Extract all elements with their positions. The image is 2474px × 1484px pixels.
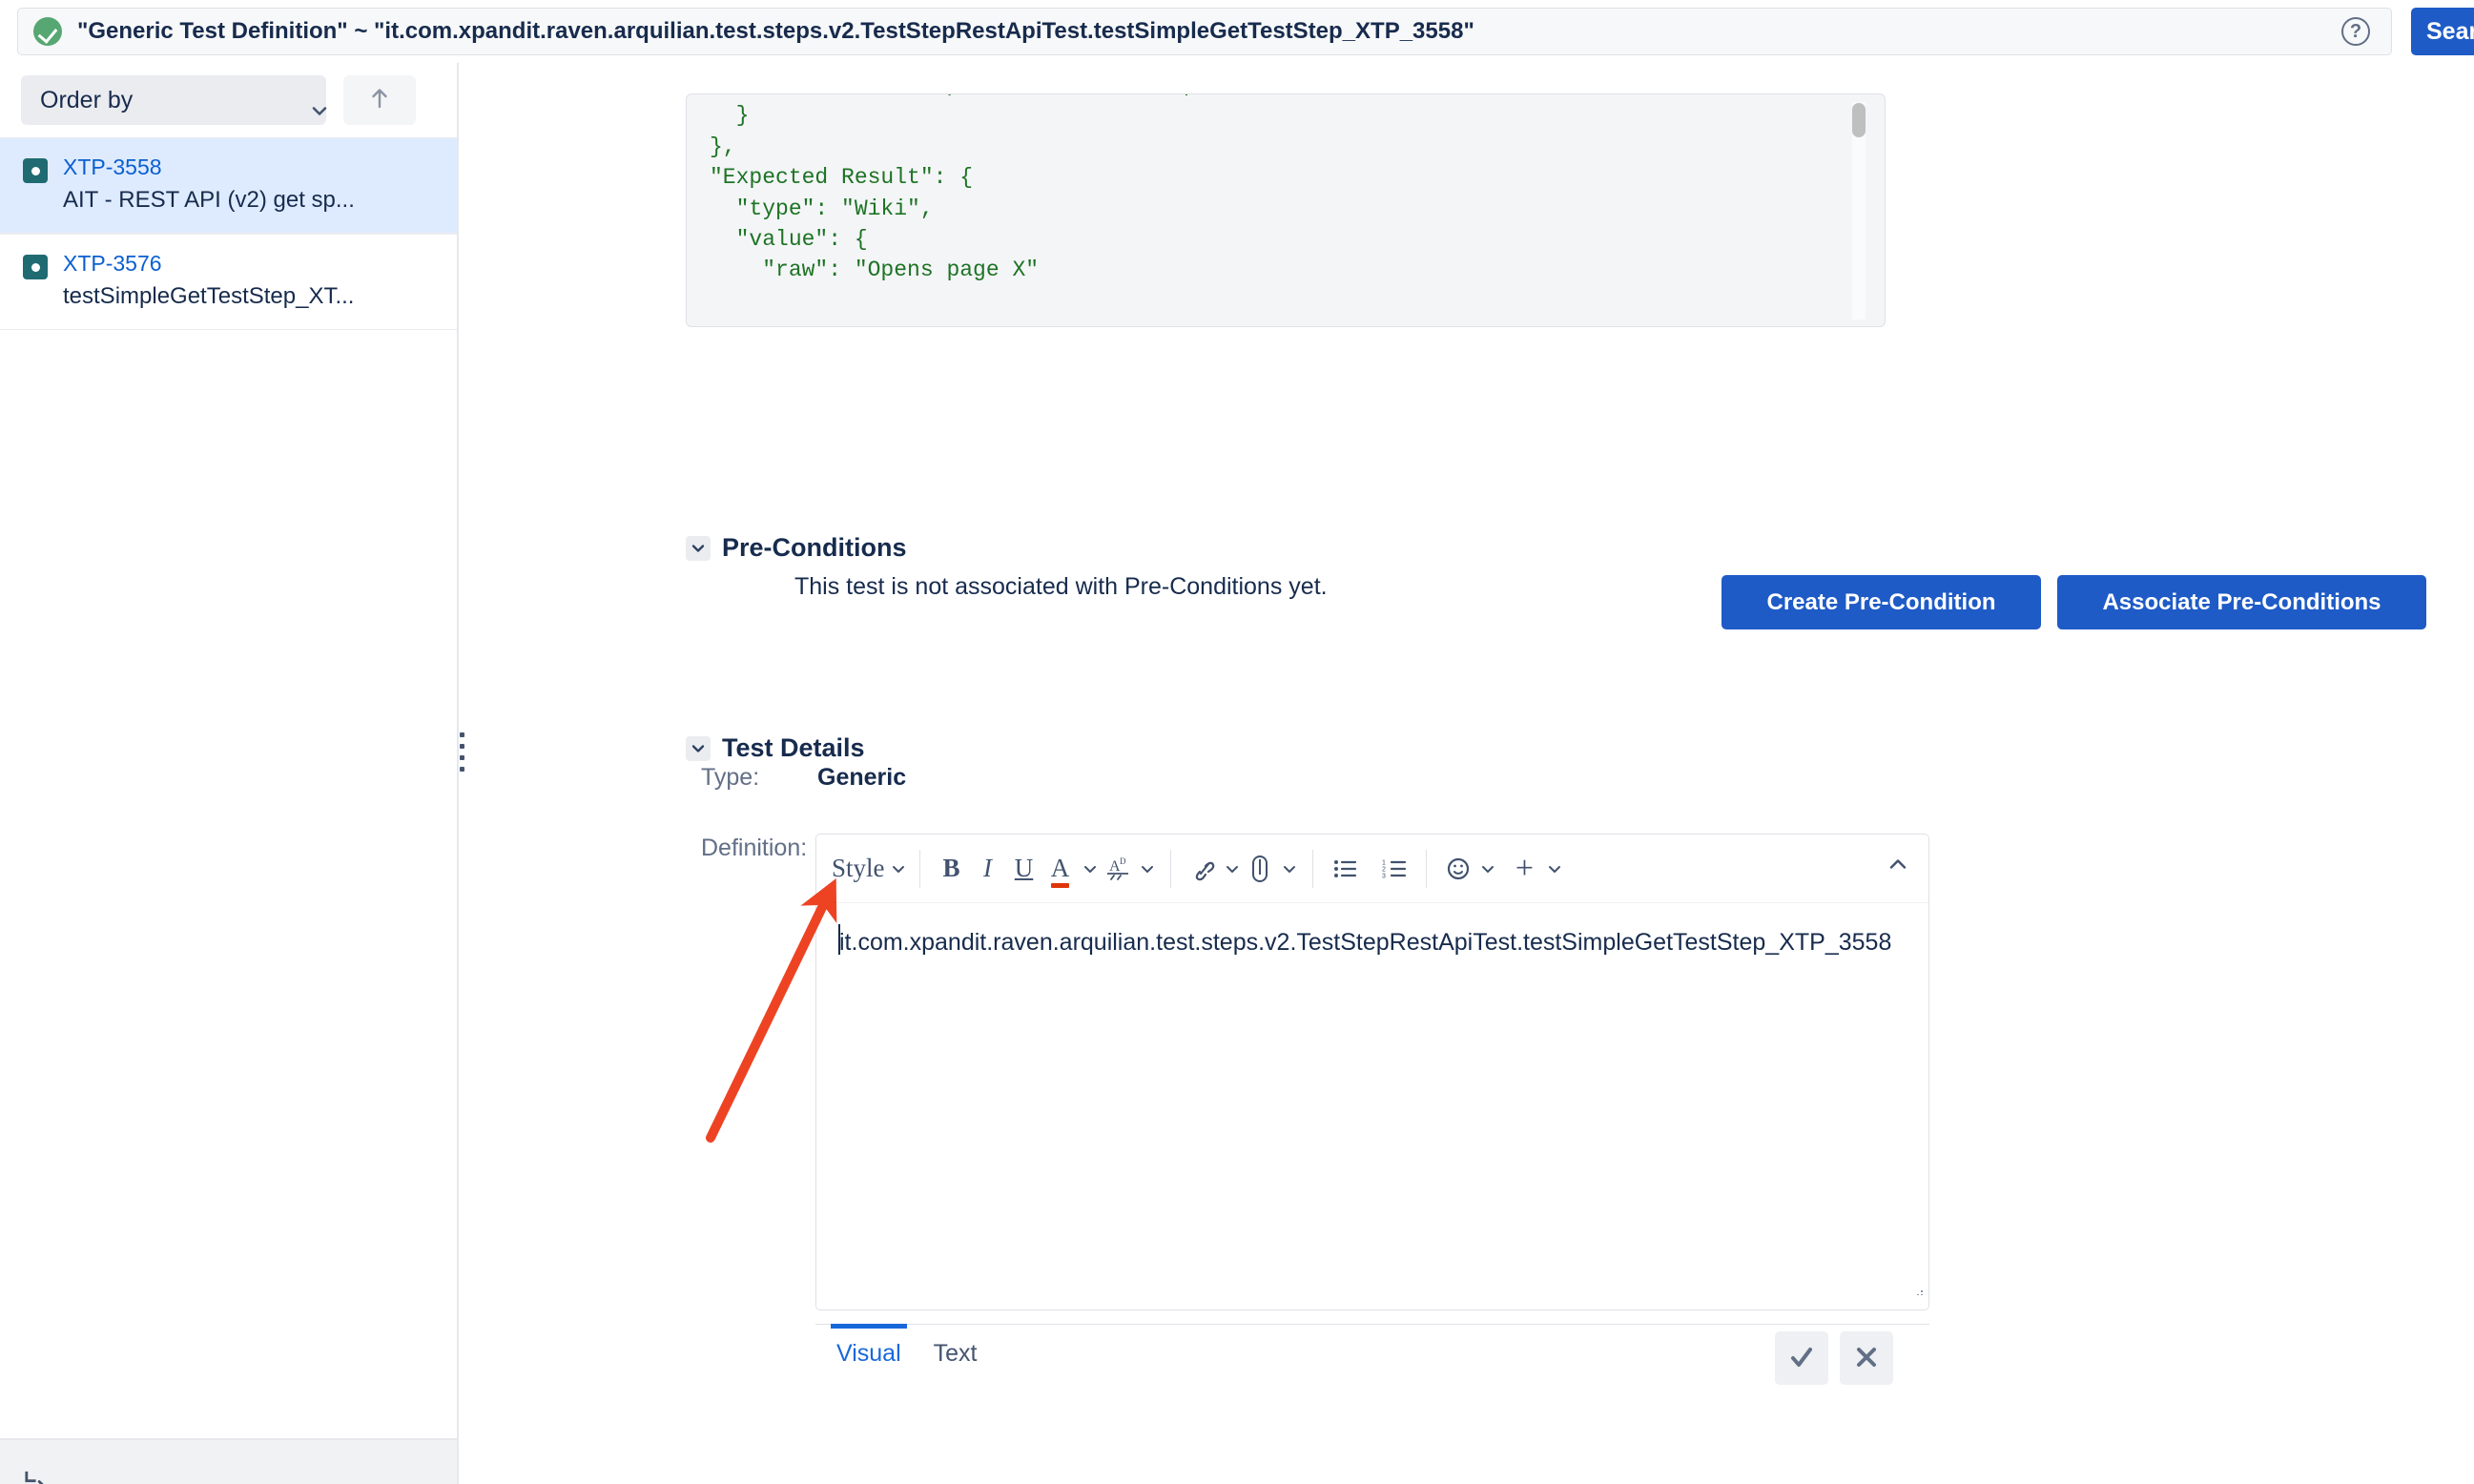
text-color-button[interactable]: A (1042, 848, 1079, 890)
list-item[interactable]: XTP-3576 testSimpleGetTestStep_XT... (0, 234, 457, 330)
associate-pre-conditions-button[interactable]: Associate Pre-Conditions (2057, 575, 2426, 629)
attachment-button[interactable] (1242, 848, 1278, 890)
link-caret[interactable] (1223, 848, 1242, 890)
editor-mode-tabs: Visual Text (815, 1324, 1929, 1383)
text-highlight-button[interactable]: A D (1100, 848, 1136, 890)
text-color-caret[interactable] (1081, 848, 1100, 890)
issue-list-sidebar: Order by XTP-3558 AIT - REST API (v2) ge… (0, 63, 459, 1484)
json-code-block: "rendered": "<p>Click button X</p>" } },… (686, 93, 1886, 327)
order-by-label: Order by (40, 86, 134, 113)
create-pre-condition-button[interactable]: Create Pre-Condition (1721, 575, 2041, 629)
chevron-down-icon (891, 854, 906, 883)
test-issue-type-icon (23, 255, 48, 279)
order-by-dropdown[interactable]: Order by (21, 75, 327, 125)
issue-summary: testSimpleGetTestStep_XT... (63, 283, 355, 309)
sidebar-toolbar: Order by (0, 63, 457, 137)
issue-detail-panel: "rendered": "<p>Click button X</p>" } },… (472, 63, 2474, 1484)
checkmark-icon (1787, 1343, 1816, 1374)
style-label: Style (832, 854, 885, 882)
type-value: Generic (817, 764, 907, 791)
help-circle-icon[interactable]: ? (2341, 17, 2370, 46)
insert-more-button[interactable]: + (1507, 848, 1543, 890)
issue-key-link[interactable]: XTP-3576 (63, 251, 354, 277)
definition-label: Definition: (701, 835, 808, 861)
link-button[interactable] (1185, 848, 1221, 890)
bold-button[interactable]: B (934, 848, 970, 890)
attachment-caret[interactable] (1280, 848, 1299, 890)
arrow-up-icon (368, 86, 391, 115)
section-header-pre-conditions: Pre-Conditions (686, 533, 907, 563)
emoji-button[interactable] (1440, 848, 1476, 890)
panel-splitter[interactable] (459, 63, 472, 1484)
success-check-icon (33, 17, 62, 46)
tab-text[interactable]: Text (934, 1325, 978, 1368)
svg-text:D: D (1120, 856, 1126, 866)
section-header-test-details: Test Details (686, 733, 865, 763)
pre-conditions-empty-message: This test is not associated with Pre-Con… (794, 573, 1328, 600)
test-issue-type-icon (23, 158, 48, 183)
collapse-panel-icon[interactable] (21, 1465, 50, 1484)
vertical-drag-handle-icon[interactable] (460, 732, 464, 772)
cancel-definition-button[interactable] (1840, 1331, 1893, 1385)
underline-button[interactable]: U (1006, 848, 1042, 890)
tab-visual[interactable]: Visual (831, 1324, 907, 1368)
definition-text: it.com.xpandit.raven.arquilian.test.step… (839, 929, 1892, 956)
confirm-definition-button[interactable] (1775, 1331, 1828, 1385)
svg-text:1: 1 (1382, 859, 1386, 866)
sidebar-footer (0, 1438, 457, 1484)
toolbar-divider (1169, 849, 1171, 888)
text-color-letter: A (1050, 854, 1070, 882)
emoji-caret[interactable] (1478, 848, 1497, 890)
jql-search-input[interactable]: "Generic Test Definition" ~ "it.com.xpan… (17, 8, 2392, 55)
cross-icon (1853, 1344, 1880, 1373)
search-button[interactable]: Search (2411, 8, 2474, 55)
type-label: Type: (701, 764, 760, 791)
color-swatch (1050, 883, 1070, 888)
bulleted-list-button[interactable] (1327, 848, 1363, 890)
definition-editor-body[interactable]: it.com.xpandit.raven.arquilian.test.step… (816, 903, 1928, 1295)
numbered-list-button[interactable]: 1 2 3 (1376, 848, 1412, 890)
toolbar-divider (918, 849, 920, 888)
svg-text:3: 3 (1382, 873, 1386, 879)
section-title: Pre-Conditions (722, 533, 907, 562)
issue-key-link[interactable]: XTP-3558 (63, 155, 355, 180)
toolbar-divider (1311, 849, 1313, 888)
style-dropdown[interactable]: Style (832, 854, 906, 883)
top-search-bar: "Generic Test Definition" ~ "it.com.xpan… (0, 0, 2474, 63)
insert-more-caret[interactable] (1545, 848, 1564, 890)
jql-query-text: "Generic Test Definition" ~ "it.com.xpan… (77, 18, 1474, 44)
scrollbar-thumb[interactable] (1852, 103, 1866, 137)
expand-toolbar-button[interactable] (1886, 855, 1909, 882)
definition-rich-text-editor[interactable]: Style B I U A A D 1 2 3 + it.com.xpandit… (815, 834, 1929, 1310)
list-item[interactable]: XTP-3558 AIT - REST API (v2) get sp... (0, 137, 457, 234)
section-title: Test Details (722, 733, 865, 762)
sort-direction-button[interactable] (343, 75, 416, 125)
json-code-text: "rendered": "<p>Click button X</p>" } },… (710, 94, 1223, 283)
svg-text:2: 2 (1382, 866, 1386, 873)
italic-button[interactable]: I (970, 848, 1006, 890)
toolbar-divider (1425, 849, 1427, 888)
chevron-down-icon[interactable] (686, 735, 711, 761)
text-highlight-caret[interactable] (1138, 848, 1157, 890)
resize-handle-icon[interactable] (1910, 1277, 1924, 1295)
editor-toolbar: Style B I U A A D 1 2 3 + (816, 835, 1928, 903)
chevron-down-icon[interactable] (686, 535, 711, 561)
text-caret (838, 924, 840, 955)
issue-summary: AIT - REST API (v2) get sp... (63, 187, 355, 213)
